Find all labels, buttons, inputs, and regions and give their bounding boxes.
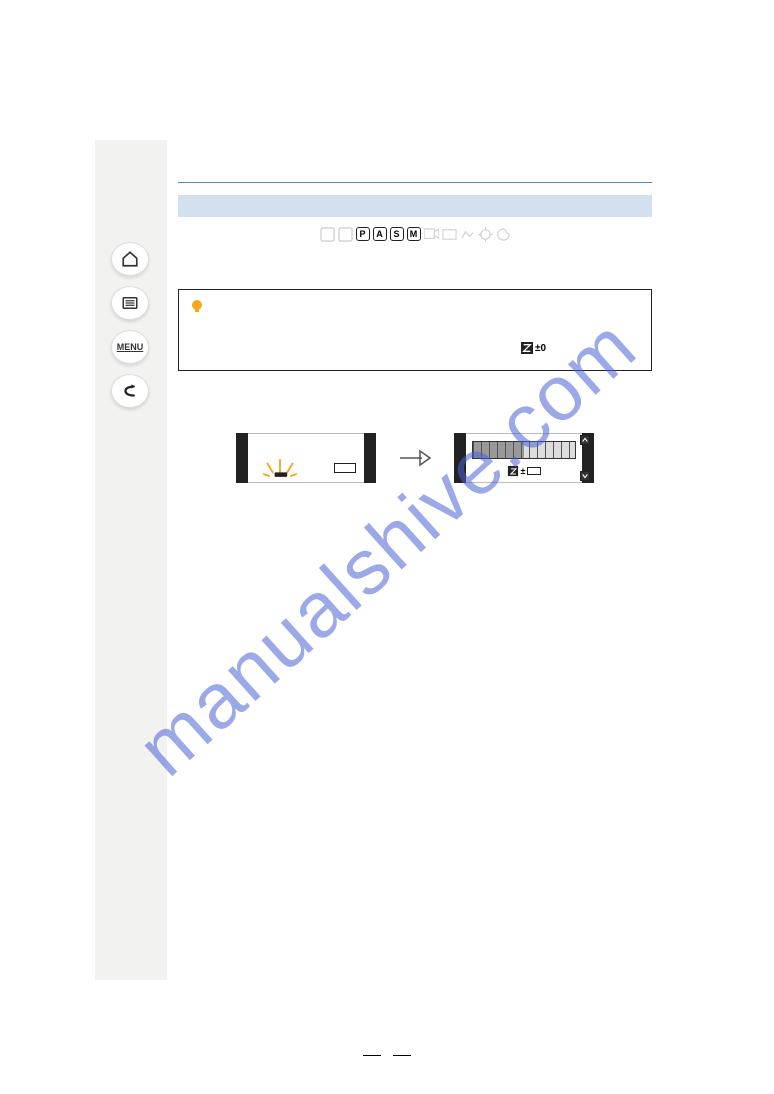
mode-movie-icon — [424, 227, 439, 241]
exposure-z-icon — [521, 342, 533, 354]
figure-screen-2: ± — [454, 433, 594, 483]
section-title-bar — [178, 195, 652, 217]
tip-box: ±0 — [178, 289, 652, 371]
menu-label: MENU — [117, 342, 144, 352]
fig2-exposure-label: ± — [454, 465, 594, 477]
mode-m-box: M — [407, 227, 421, 241]
mode-a-box: A — [373, 227, 387, 241]
contents-icon — [121, 294, 139, 312]
fig1-small-box — [334, 463, 356, 473]
mode-creative-icon — [478, 227, 493, 241]
fig1-left-pillar — [236, 433, 248, 483]
touch-flare-icon — [262, 449, 298, 477]
nav-icon-column: MENU — [106, 242, 154, 408]
mode-ia-plus-icon — [338, 227, 353, 241]
menu-button[interactable]: MENU — [111, 330, 149, 364]
exposure-value: ±0 — [535, 343, 546, 354]
applicable-modes-row: P A S M — [178, 227, 652, 241]
home-icon — [121, 250, 139, 268]
mode-s-box: S — [390, 227, 404, 241]
exposure-comp-indicator: ±0 — [521, 342, 546, 354]
scale-button-up[interactable] — [580, 435, 590, 445]
fig2-z-icon — [507, 466, 517, 476]
fig2-exposure-value: ± — [521, 466, 526, 476]
tip-bulb-icon — [189, 298, 205, 314]
mode-scene-icon — [460, 227, 475, 241]
mode-custom-icon — [442, 227, 457, 241]
contents-button[interactable] — [111, 286, 149, 320]
home-button[interactable] — [111, 242, 149, 276]
page-number — [0, 1048, 774, 1062]
fig1-right-pillar — [364, 433, 376, 483]
mode-palette-icon — [496, 227, 511, 241]
page-content: P A S M ±0 — [178, 148, 652, 483]
figure-screen-1 — [236, 433, 376, 483]
mode-p-box: P — [356, 227, 370, 241]
back-button[interactable] — [111, 374, 149, 408]
header-rule — [178, 182, 652, 183]
fig2-small-box — [527, 467, 541, 475]
mode-ia-icon — [320, 227, 335, 241]
figure-row: ± — [178, 433, 652, 483]
back-icon — [121, 382, 139, 400]
arrow-right-icon — [398, 448, 432, 468]
exposure-scale — [472, 441, 576, 459]
